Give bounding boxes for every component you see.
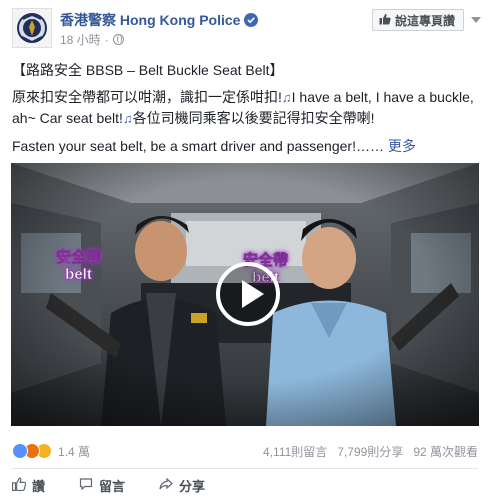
- music-note-icon: ♫: [122, 111, 133, 126]
- music-note-icon: ♫: [281, 90, 292, 105]
- share-button[interactable]: 分享: [159, 476, 205, 495]
- globe-icon[interactable]: [112, 34, 124, 45]
- like-page-button[interactable]: 說這專頁讚: [371, 9, 464, 31]
- comment-count[interactable]: 4,111則留言: [263, 443, 327, 460]
- share-arrow-icon: [159, 477, 173, 494]
- engagement-counts: 4,111則留言 7,799則分享 92 萬次觀看: [263, 443, 478, 460]
- police-badge-avatar[interactable]: [12, 8, 52, 48]
- post-paragraph-1: 原來扣安全帶都可以咁潮，識扣一定係咁扣!♫I have a belt, I ha…: [12, 87, 480, 129]
- post-paragraph-2: Fasten your seat belt, be a smart driver…: [12, 136, 480, 156]
- post-timestamp[interactable]: 18 小時: [60, 31, 101, 48]
- thumbs-up-icon: [379, 13, 391, 28]
- caption-left-zh: 安全帶: [56, 249, 102, 267]
- reaction-count[interactable]: 1.4 萬: [58, 443, 90, 460]
- comment-button-label: 留言: [99, 478, 126, 494]
- verified-badge-icon: [244, 13, 259, 27]
- separator-dot: ·: [104, 32, 109, 47]
- caption-left-en: belt: [65, 266, 92, 284]
- like-button-label: 讚: [32, 478, 46, 494]
- play-button-icon[interactable]: [216, 262, 280, 326]
- facebook-post: 香港警察 Hong Kong Police 18 小時 · 說這專頁讚 【路路安…: [0, 0, 490, 502]
- thumbs-up-icon: [12, 477, 27, 494]
- post-stats-bar: 1.4 萬 4,111則留言 7,799則分享 92 萬次觀看: [12, 440, 478, 462]
- like-reaction-icon[interactable]: [12, 443, 28, 459]
- comment-bubble-icon: [79, 477, 93, 494]
- post-action-bar: 讚 留言 分享: [12, 474, 239, 496]
- video-caption-left: 安全帶 belt: [56, 249, 102, 284]
- share-button-label: 分享: [179, 478, 206, 494]
- page-name[interactable]: 香港警察 Hong Kong Police: [60, 10, 240, 30]
- like-button[interactable]: 讚: [12, 476, 45, 495]
- view-count: 92 萬次觀看: [413, 444, 478, 459]
- post-message: 【路路安全 BBSB – Belt Buckle Seat Belt】 原來扣安…: [12, 60, 480, 163]
- post-meta: 18 小時 ·: [60, 31, 124, 48]
- post-line1-tail: 各位司機同乘客以後要記得扣安全帶喇!: [132, 110, 375, 126]
- actions-divider: [12, 468, 478, 469]
- post-line2: Fasten your seat belt, be a smart driver…: [12, 138, 384, 154]
- like-page-label: 說這專頁讚: [394, 13, 455, 28]
- post-line1-zh: 原來扣安全帶都可以咁潮，識扣一定係咁扣!: [12, 89, 282, 105]
- video-player[interactable]: 安全帶 belt 安全帶 belt: [11, 163, 479, 426]
- post-title-line: 【路路安全 BBSB – Belt Buckle Seat Belt】: [12, 62, 284, 78]
- comment-button[interactable]: 留言: [79, 476, 125, 495]
- page-name-link[interactable]: 香港警察 Hong Kong Police: [60, 10, 259, 30]
- post-options-chevron-down-icon[interactable]: [470, 15, 482, 25]
- share-count[interactable]: 7,799則分享: [337, 443, 403, 460]
- see-more-link[interactable]: 更多: [388, 138, 416, 154]
